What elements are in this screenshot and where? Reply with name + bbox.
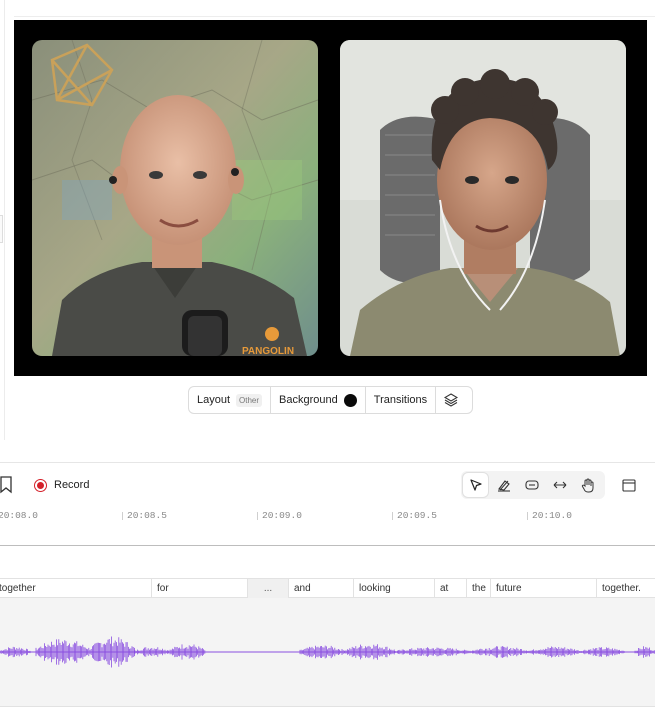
transcript-word[interactable]: and	[288, 579, 353, 598]
layout-label: Layout	[197, 394, 231, 406]
track-separator	[0, 545, 655, 546]
layers-button[interactable]	[436, 387, 466, 413]
audio-waveform	[0, 636, 655, 668]
speaker-tile-left[interactable]: PANGOLIN	[32, 40, 318, 356]
editor-window: PANGOLIN Layout Other Background Transit…	[0, 0, 655, 718]
panel-toggle-icon[interactable]	[621, 477, 637, 493]
transcript-word[interactable]: together	[0, 579, 151, 598]
audio-waveform-track[interactable]	[0, 598, 655, 706]
stretch-tool-button[interactable]	[547, 473, 572, 497]
ruler-tick: 20:08.0	[0, 510, 38, 521]
hand-tool-button[interactable]	[575, 473, 600, 497]
transitions-label: Transitions	[373, 394, 428, 406]
top-divider	[14, 16, 655, 17]
video-canvas[interactable]: PANGOLIN	[14, 20, 647, 376]
background-label: Background	[279, 394, 338, 406]
eraser-icon	[497, 480, 510, 492]
record-label: Record	[54, 479, 90, 491]
transcript-track: together for ... and looking at the futu…	[0, 578, 655, 598]
transcript-word[interactable]: together.	[596, 579, 655, 598]
transcript-word[interactable]: the	[466, 579, 490, 598]
speaker-tile-right[interactable]	[340, 40, 626, 356]
erase-tool-button[interactable]	[491, 473, 516, 497]
left-divider	[4, 0, 5, 440]
transcript-word[interactable]: looking	[353, 579, 434, 598]
speaker-right-image	[340, 40, 626, 356]
timeline-ruler[interactable]: 20:08.0 20:08.5 20:09.0 20:09.5 20:10.0	[0, 505, 655, 525]
timeline-top-border	[0, 462, 655, 463]
stretch-icon	[553, 481, 566, 489]
transitions-button[interactable]: Transitions	[366, 387, 437, 413]
transcript-gap[interactable]: ...	[247, 579, 288, 598]
transcript-word[interactable]: for	[151, 579, 247, 598]
select-tool-button[interactable]	[463, 473, 488, 497]
sidebar-collapse-handle[interactable]	[0, 215, 3, 243]
background-color-swatch[interactable]	[343, 393, 357, 407]
shirt-logo-text: PANGOLIN	[242, 346, 294, 356]
layers-icon	[444, 393, 459, 407]
scene-toolbar: Layout Other Background Transitions	[188, 386, 473, 414]
hand-icon	[581, 477, 593, 492]
ruler-tick: 20:09.0	[257, 510, 302, 521]
pointer-icon	[469, 479, 482, 491]
transcript-word[interactable]: at	[434, 579, 466, 598]
transcript-word[interactable]: future	[490, 579, 596, 598]
ruler-tick: 20:10.0	[527, 510, 572, 521]
layout-button[interactable]: Layout Other	[189, 387, 272, 413]
trim-tool-button[interactable]	[519, 473, 544, 497]
record-icon	[34, 478, 47, 492]
timeline-tools	[461, 471, 605, 499]
ruler-tick: 20:08.5	[122, 510, 167, 521]
layout-value-badge: Other	[236, 393, 263, 407]
trim-icon	[524, 480, 539, 490]
record-button[interactable]: Record	[34, 476, 89, 494]
speaker-left-image: PANGOLIN	[32, 40, 318, 356]
ruler-tick: 20:09.5	[392, 510, 437, 521]
timeline-bottom-border	[0, 706, 655, 707]
background-button[interactable]: Background	[271, 387, 366, 413]
bookmark-icon[interactable]	[0, 476, 12, 494]
